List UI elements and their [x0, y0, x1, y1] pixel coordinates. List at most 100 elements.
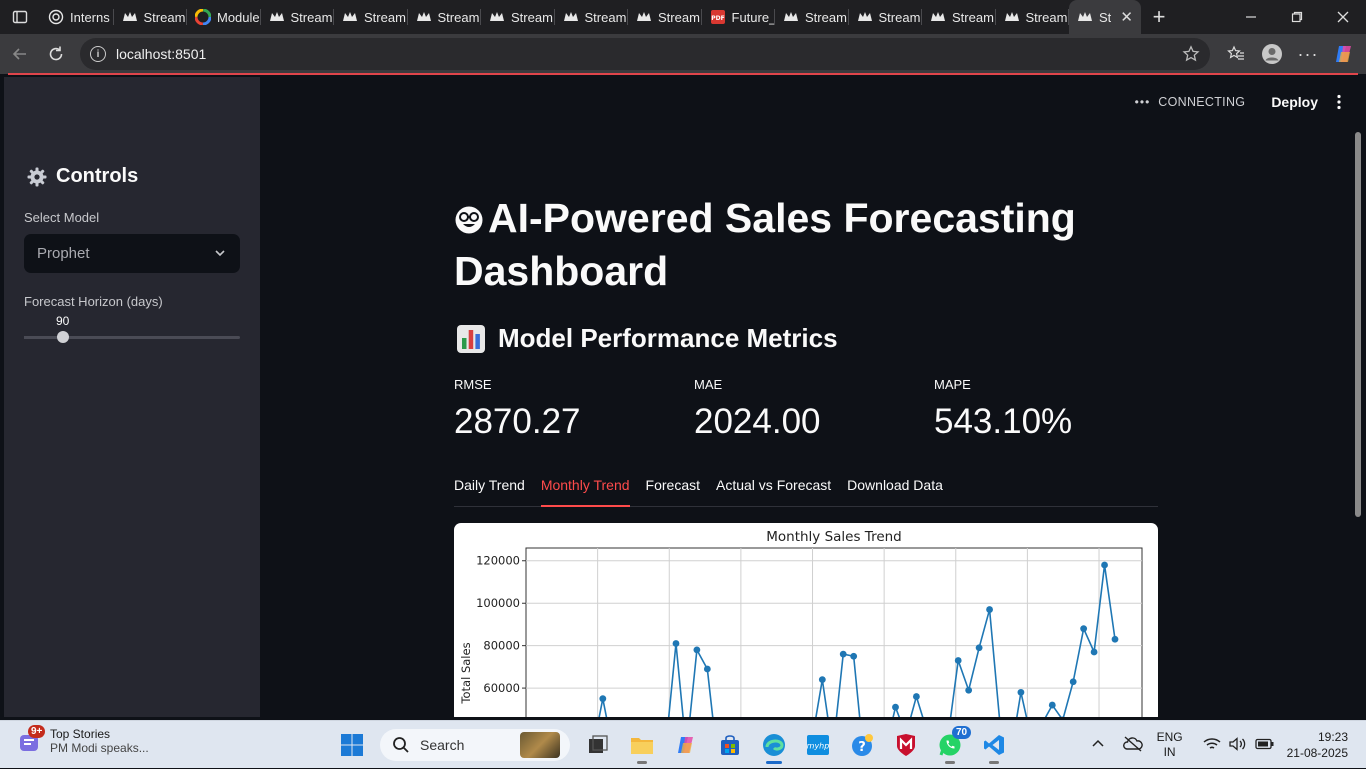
news-icon: 9+	[18, 729, 42, 753]
tab-monthly-trend[interactable]: Monthly Trend	[541, 475, 630, 507]
plus-icon: +	[1153, 4, 1166, 30]
chevron-up-icon[interactable]	[1091, 737, 1105, 754]
browser-tab[interactable]: Stream	[334, 0, 408, 34]
close-window-button[interactable]	[1320, 0, 1366, 34]
myhp-icon: myhp	[806, 734, 830, 756]
reload-icon	[47, 45, 65, 63]
profile-button[interactable]	[1254, 36, 1290, 72]
model-select[interactable]: Prophet	[24, 234, 240, 273]
streamlit-icon	[783, 9, 799, 25]
data-point	[704, 666, 711, 673]
y-tick-label: 100000	[476, 596, 520, 610]
address-bar[interactable]: i localhost:8501	[80, 38, 1210, 70]
browser-menu-button[interactable]: ···	[1290, 36, 1326, 72]
browser-tab[interactable]: Stream	[775, 0, 849, 34]
app-toolbar: ••• CONNECTING Deploy	[1135, 94, 1342, 110]
browser-tab[interactable]: Stream	[849, 0, 923, 34]
minimize-button[interactable]	[1228, 0, 1274, 34]
start-button[interactable]	[330, 725, 374, 765]
slider-handle[interactable]	[57, 331, 69, 343]
data-point	[673, 640, 680, 647]
whatsapp-button[interactable]: 70	[928, 725, 972, 765]
more-dots-icon: ···	[1298, 44, 1319, 65]
data-point	[892, 704, 899, 711]
browser-tab[interactable]: Interns	[40, 0, 114, 34]
reload-button[interactable]	[38, 36, 74, 72]
metric-rmse: RMSE 2870.27	[454, 377, 581, 442]
streamlit-icon	[930, 9, 946, 25]
system-tray: ENG IN 19:23 21-08-2025	[1091, 721, 1366, 769]
taskbar-search[interactable]: Search	[380, 729, 570, 761]
wifi-icon	[1203, 737, 1221, 754]
browser-tab[interactable]: Stream	[261, 0, 335, 34]
window-controls	[1228, 0, 1366, 34]
vscode-icon	[983, 734, 1005, 756]
taskbar-apps: Search myhp ? 70	[330, 725, 1016, 765]
mcafee-shield-icon	[895, 733, 917, 757]
tab-actual-vs-forecast[interactable]: Actual vs Forecast	[716, 475, 831, 507]
back-button[interactable]	[2, 36, 38, 72]
browser-tab[interactable]: Stream	[922, 0, 996, 34]
sidebar-title: Controls	[26, 165, 138, 188]
edge-button[interactable]	[752, 725, 796, 765]
scrollbar-thumb[interactable]	[1355, 132, 1361, 517]
clock[interactable]: 19:23 21-08-2025	[1287, 729, 1348, 761]
app-menu-icon[interactable]	[1336, 94, 1342, 110]
streamlit-icon	[857, 9, 873, 25]
streamlit-icon	[1077, 9, 1093, 25]
help-button[interactable]: ?	[840, 725, 884, 765]
favorites-icon	[1227, 45, 1245, 63]
quick-settings[interactable]	[1203, 737, 1275, 754]
main-scrollbar[interactable]	[1352, 77, 1362, 717]
forecast-horizon-slider[interactable]	[24, 336, 240, 339]
browser-tab[interactable]: Module	[187, 0, 261, 34]
close-icon	[1337, 11, 1349, 23]
site-info-icon[interactable]: i	[90, 46, 106, 62]
tab-daily-trend[interactable]: Daily Trend	[454, 475, 525, 507]
copilot-app-button[interactable]	[664, 725, 708, 765]
favorites-button[interactable]	[1218, 36, 1254, 72]
bar-chart-icon	[456, 324, 486, 354]
file-explorer-button[interactable]	[620, 725, 664, 765]
language-indicator[interactable]: ENG IN	[1157, 730, 1183, 760]
region-code: IN	[1157, 745, 1183, 760]
browser-tab-title: Stream	[879, 10, 921, 25]
close-tab-icon[interactable]: ✕	[1120, 8, 1133, 26]
windows-logo-icon	[340, 733, 364, 757]
data-point	[965, 687, 972, 694]
restore-icon	[1291, 11, 1303, 23]
tab-forecast[interactable]: Forecast	[646, 475, 700, 507]
tab-actions-button[interactable]	[0, 0, 40, 34]
onedrive-offline-icon[interactable]	[1123, 736, 1143, 755]
data-point	[819, 676, 826, 683]
tray-icons	[1091, 736, 1143, 755]
browser-tab[interactable]: Stream	[408, 0, 482, 34]
store-button[interactable]	[708, 725, 752, 765]
page-title: AI-Powered Sales Forecasting Dashboard	[454, 192, 1094, 298]
whatsapp-badge: 70	[952, 726, 971, 739]
mcafee-button[interactable]	[884, 725, 928, 765]
restore-button[interactable]	[1274, 0, 1320, 34]
copilot-button[interactable]	[1326, 36, 1362, 72]
tab-download-data[interactable]: Download Data	[847, 475, 943, 507]
metric-label: RMSE	[454, 377, 581, 392]
new-tab-button[interactable]: +	[1141, 4, 1177, 30]
task-view-button[interactable]	[576, 725, 620, 765]
data-point	[955, 657, 962, 664]
copilot-icon	[1333, 43, 1355, 65]
vscode-button[interactable]	[972, 725, 1016, 765]
browser-tab[interactable]: Stream	[114, 0, 188, 34]
browser-tab-active[interactable]: St✕	[1069, 0, 1141, 34]
browser-tab[interactable]: Stream	[628, 0, 702, 34]
deploy-button[interactable]: Deploy	[1271, 94, 1318, 110]
browser-tab[interactable]: Stream	[555, 0, 629, 34]
browser-tab[interactable]: Stream	[996, 0, 1070, 34]
forecast-horizon-value: 90	[56, 314, 69, 328]
store-bag-icon	[719, 734, 741, 756]
news-badge: 9+	[28, 725, 45, 738]
myhp-button[interactable]: myhp	[796, 725, 840, 765]
news-widget[interactable]: 9+ Top Stories PM Modi speaks...	[18, 727, 149, 755]
browser-tab[interactable]: PDFFuture_	[702, 0, 776, 34]
favorite-star-icon[interactable]	[1182, 45, 1200, 66]
browser-tab[interactable]: Stream	[481, 0, 555, 34]
